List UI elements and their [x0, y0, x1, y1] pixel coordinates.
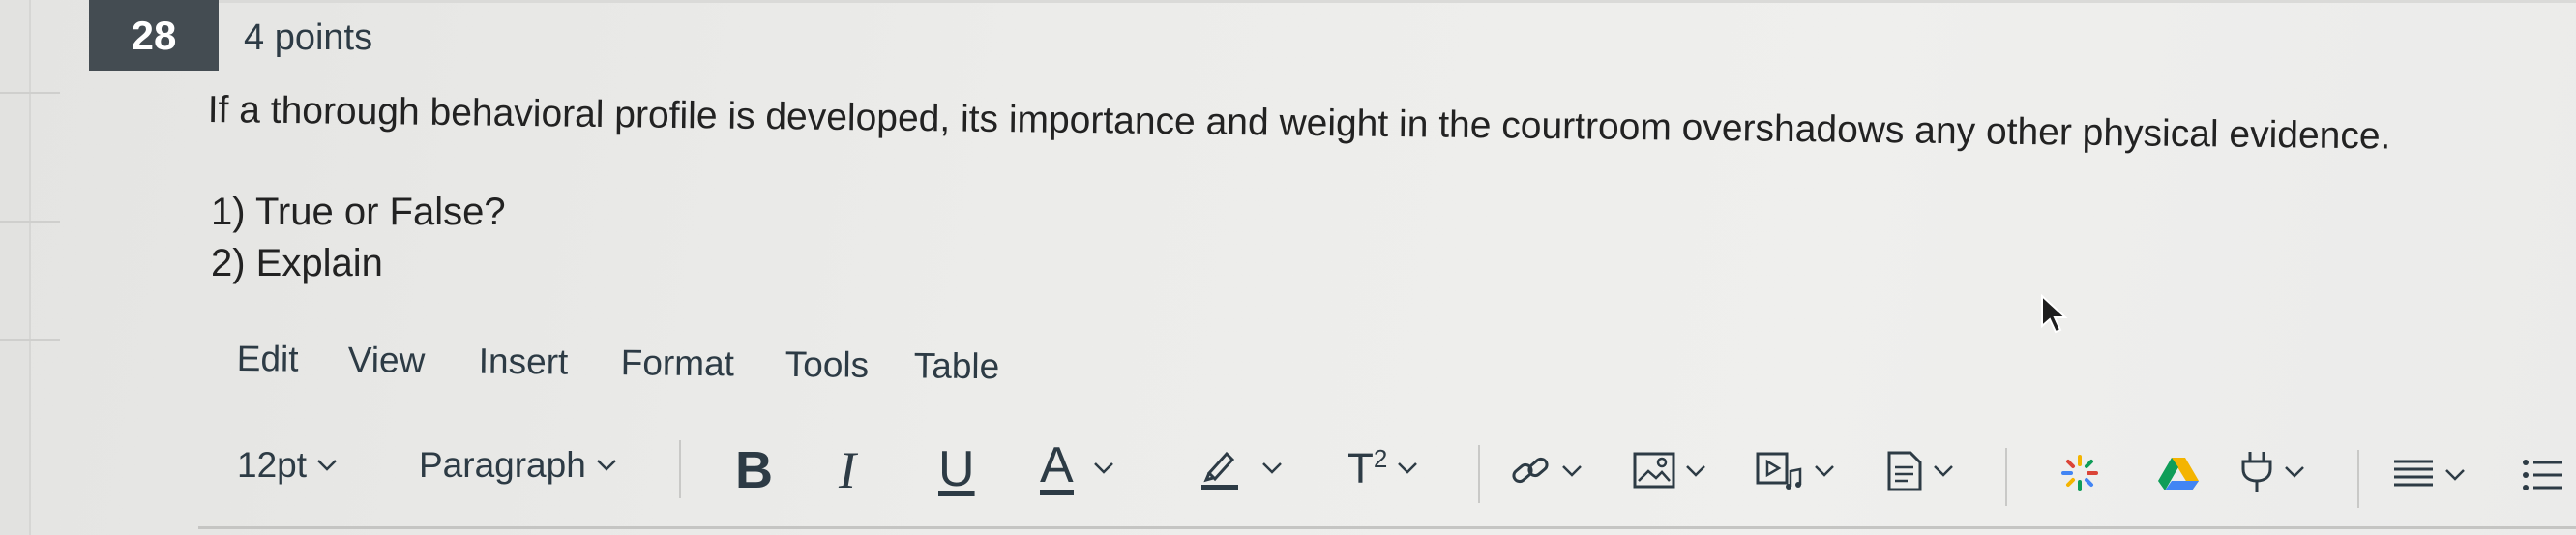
font-size-select[interactable]: 12pt: [237, 445, 338, 486]
bold-button[interactable]: B: [735, 440, 773, 500]
align-button[interactable]: [2392, 458, 2466, 492]
menu-table[interactable]: Table: [914, 345, 1000, 387]
question-points: 4 points: [244, 17, 373, 58]
question-number-badge: 28: [89, 0, 219, 71]
document-button[interactable]: [1886, 450, 1954, 492]
image-icon: [1633, 452, 1675, 490]
chevron-down-icon: [1561, 464, 1583, 478]
editor-toolbar: 12pt Paragraph B I U A T2: [237, 440, 2576, 508]
chevron-down-icon: [596, 459, 617, 472]
underline-button[interactable]: U: [938, 440, 975, 498]
chevron-down-icon: [1261, 461, 1283, 475]
block-format-select[interactable]: Paragraph: [419, 445, 617, 486]
font-size-value: 12pt: [237, 445, 308, 485]
text-color-button[interactable]: A: [1040, 440, 1114, 495]
media-button[interactable]: [1756, 452, 1835, 490]
editor-content-border: [198, 526, 2576, 529]
menu-format[interactable]: Format: [621, 342, 735, 384]
chevron-down-icon: [1814, 464, 1835, 478]
menu-view[interactable]: View: [348, 340, 426, 381]
media-icon: [1756, 452, 1804, 490]
chevron-down-icon: [1933, 464, 1954, 478]
question-item-2: 2) Explain: [211, 242, 383, 284]
menu-insert[interactable]: Insert: [479, 342, 569, 383]
link-button[interactable]: [1509, 450, 1583, 492]
italic-button[interactable]: I: [839, 440, 856, 500]
mouse-pointer-icon: [2039, 293, 2068, 341]
top-border: [218, 0, 2576, 3]
apps-button[interactable]: [2060, 454, 2099, 492]
underline-icon: U: [938, 441, 975, 497]
chevron-down-icon: [1397, 461, 1418, 475]
text-color-icon: A: [1040, 437, 1074, 495]
left-margin: [0, 0, 60, 535]
chevron-down-icon: [1093, 461, 1114, 475]
list-icon: [2522, 458, 2564, 492]
menu-edit[interactable]: Edit: [237, 339, 299, 380]
italic-icon: I: [839, 441, 856, 499]
margin-line: [0, 339, 60, 341]
image-button[interactable]: [1633, 452, 1706, 490]
toolbar-separator: [2357, 450, 2359, 508]
bold-icon: B: [735, 441, 773, 499]
plugin-button[interactable]: [2239, 450, 2305, 494]
document-icon: [1886, 450, 1923, 492]
question-item-1: 1) True or False?: [211, 191, 506, 233]
bullet-list-button[interactable]: [2522, 458, 2564, 492]
highlight-color-button[interactable]: [1199, 446, 1283, 490]
toolbar-separator: [679, 440, 681, 498]
margin-line: [0, 92, 60, 94]
chevron-down-icon: [1685, 464, 1706, 478]
link-icon: [1509, 450, 1552, 492]
superscript-icon: T2: [1347, 444, 1388, 492]
toolbar-separator: [2005, 448, 2007, 506]
google-drive-button[interactable]: [2157, 456, 2200, 492]
question-text: If a thorough behavioral profile is deve…: [207, 89, 2391, 158]
superscript-button[interactable]: T2: [1347, 444, 1418, 493]
chevron-down-icon: [2284, 465, 2305, 479]
plug-icon: [2239, 450, 2274, 494]
google-drive-icon: [2157, 456, 2200, 492]
margin-line: [0, 221, 60, 223]
chevron-down-icon: [316, 459, 338, 472]
align-icon: [2392, 458, 2435, 492]
block-format-value: Paragraph: [419, 445, 586, 485]
apps-icon: [2060, 454, 2099, 492]
menu-tools[interactable]: Tools: [785, 344, 870, 386]
toolbar-separator: [1478, 445, 1480, 503]
highlighter-icon: [1199, 446, 1240, 490]
chevron-down-icon: [2444, 468, 2466, 482]
